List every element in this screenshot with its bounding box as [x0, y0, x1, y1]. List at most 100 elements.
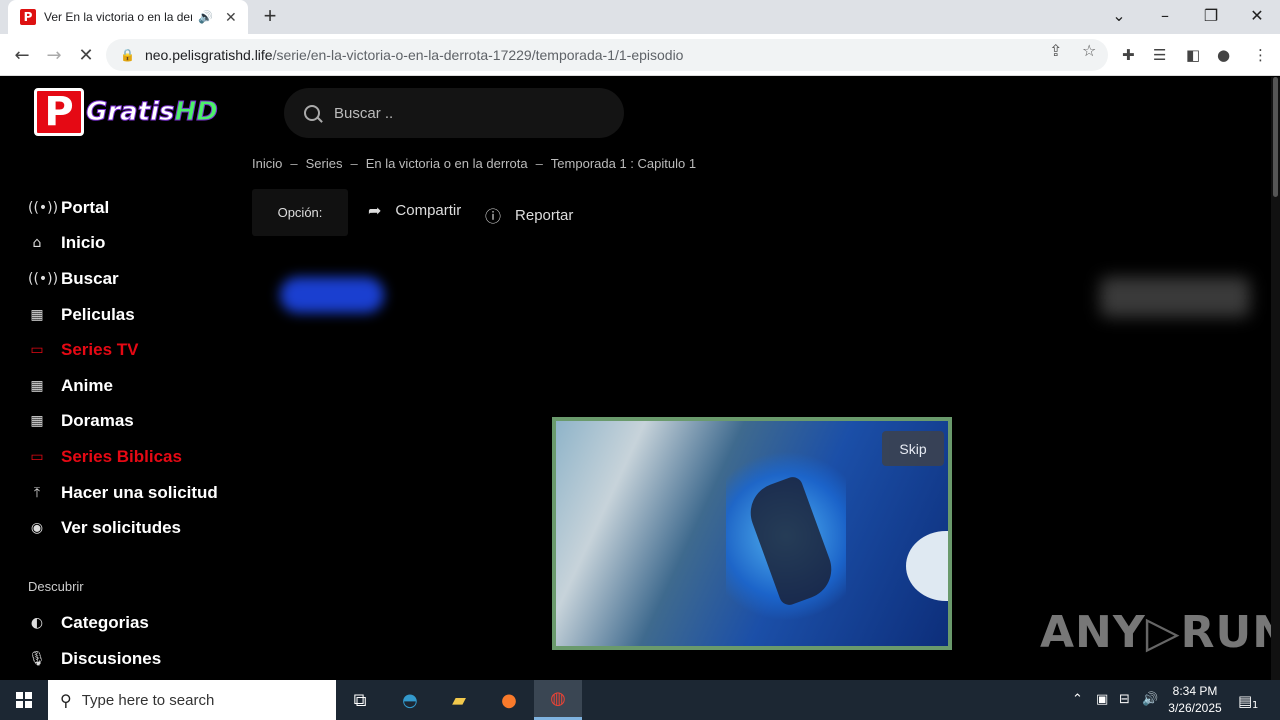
logo-wordmark: GratisHD — [86, 97, 219, 128]
eye-icon: ◉ — [30, 520, 44, 536]
breadcrumb-episode: Temporada 1 : Capitulo 1 — [550, 156, 697, 171]
breadcrumb-inicio[interactable]: Inicio — [252, 156, 282, 171]
share-arrow-icon: ➦ — [368, 201, 382, 220]
upload-icon: ⤒ — [33, 485, 41, 501]
new-tab-button[interactable]: + — [258, 3, 282, 28]
sidebar-item-label: Doramas — [61, 411, 134, 430]
sidebar-item-label: Buscar — [61, 269, 119, 288]
broadcast-icon: ((•)) — [28, 200, 59, 216]
device-icon[interactable]: ▣ — [1096, 692, 1108, 707]
sidebar-item-series-biblicas[interactable]: ▭ Series Biblicas — [28, 444, 182, 470]
home-icon: ⌂ — [32, 235, 42, 251]
sidebar-item-ver-solicitudes[interactable]: ◉ Ver solicitudes — [28, 515, 181, 541]
notification-count: 1 — [1252, 700, 1259, 711]
taskbar-search-box[interactable]: ⚲ Type here to search — [48, 680, 336, 720]
half-circle-icon: ◐ — [30, 615, 44, 631]
breadcrumb-separator: – — [535, 156, 543, 171]
sidebar-item-inicio[interactable]: ⌂ Inicio — [28, 230, 106, 256]
browser-toolbar: ← → ✕ 🔒 neo.pelisgratishd.life/serie/en-… — [0, 34, 1280, 76]
firefox-icon[interactable]: ● — [485, 680, 533, 720]
sidebar-item-series-tv[interactable]: ▭ Series TV — [28, 337, 138, 363]
side-panel-icon[interactable]: ◧ — [1186, 46, 1200, 64]
blurred-banner — [1100, 277, 1250, 317]
close-tab-icon[interactable]: ✕ — [225, 9, 237, 26]
scrollbar-thumb[interactable] — [1273, 77, 1278, 197]
share-label: Compartir — [395, 202, 462, 219]
volume-icon[interactable]: 🔊 — [1142, 692, 1158, 707]
logo-mark: P — [34, 88, 84, 136]
menu-kebab-icon[interactable]: ⋮ — [1253, 46, 1268, 64]
site-favicon: P — [20, 9, 36, 25]
tv-icon: ▭ — [30, 342, 44, 358]
notifications-icon[interactable]: ▤ — [1238, 692, 1252, 710]
sidebar-item-peliculas[interactable]: ▦ Peliculas — [28, 302, 135, 328]
file-explorer-icon[interactable]: ▰ — [435, 680, 483, 720]
url-host: neo.pelisgratishd.life — [144, 47, 273, 63]
audio-playing-icon[interactable]: 🔊 — [198, 10, 213, 24]
chrome-icon[interactable]: ◍ — [534, 680, 582, 720]
lock-icon[interactable]: 🔒 — [120, 48, 135, 62]
anyrun-watermark: ANY▷RUN — [1040, 607, 1280, 658]
sidebar-item-label: Portal — [61, 198, 110, 217]
sidebar-item-label: Discusiones — [61, 649, 162, 668]
system-clock[interactable]: 8:34 PM 3/26/2025 — [1162, 683, 1228, 717]
start-button[interactable] — [0, 680, 48, 720]
minimize-button[interactable]: – — [1142, 0, 1188, 30]
option-selector-button[interactable]: Opción: — [252, 189, 348, 236]
video-ad-overlay[interactable]: Skip — [552, 417, 952, 650]
sidebar-item-label: Series Biblicas — [61, 447, 182, 466]
restore-button[interactable]: ❐ — [1188, 0, 1234, 30]
sidebar-item-hacer-solicitud[interactable]: ⤒ Hacer una solicitud — [28, 480, 218, 506]
tray-chevron-icon[interactable]: ⌃ — [1072, 692, 1083, 707]
tab-title: Ver En la victoria o en la derrota — [44, 10, 192, 24]
windows-taskbar: ⚲ Type here to search ⧉ ◓ ▰ ● ◍ ⌃ ▣ ⊟ 🔊 … — [0, 680, 1280, 720]
sidebar-item-anime[interactable]: ▦ Anime — [28, 373, 113, 399]
media-control-icon[interactable]: ☰ — [1153, 46, 1166, 64]
address-bar[interactable]: 🔒 neo.pelisgratishd.life/serie/en-la-vic… — [106, 39, 1108, 71]
profile-avatar-icon[interactable]: ● — [1217, 46, 1230, 64]
sidebar-item-label: Hacer una solicitud — [61, 483, 218, 502]
taskbar-search-placeholder: Type here to search — [81, 691, 215, 709]
browser-tab[interactable]: P Ver En la victoria o en la derrota 🔊 ✕ — [8, 0, 248, 34]
site-search-input[interactable] — [334, 104, 594, 122]
sidebar-item-label: Ver solicitudes — [61, 518, 181, 537]
forward-button[interactable]: → — [41, 42, 67, 68]
sidebar-item-portal[interactable]: ((•)) Portal — [28, 195, 109, 221]
page-scrollbar[interactable] — [1271, 77, 1280, 680]
close-window-button[interactable]: ✕ — [1234, 0, 1280, 30]
back-button[interactable]: ← — [9, 42, 35, 68]
tv-icon: ▭ — [30, 449, 44, 465]
bookmark-star-icon[interactable]: ☆ — [1082, 41, 1096, 60]
extensions-icon[interactable]: ✚ — [1122, 46, 1135, 64]
site-search-box[interactable] — [284, 88, 624, 138]
microphone-icon: 🎙 — [28, 651, 46, 667]
ad-disc — [906, 531, 948, 601]
task-view-icon[interactable]: ⧉ — [336, 680, 384, 720]
share-button[interactable]: ➦ Compartir — [368, 201, 461, 220]
tab-search-icon[interactable]: ⌄ — [1096, 0, 1142, 30]
sidebar-item-discusiones[interactable]: 🎙 Discusiones — [28, 646, 161, 672]
film-icon: ▦ — [30, 413, 44, 429]
stop-loading-button[interactable]: ✕ — [73, 42, 99, 68]
sidebar-item-buscar[interactable]: ((•)) Buscar — [28, 266, 119, 292]
sidebar-item-doramas[interactable]: ▦ Doramas — [28, 408, 134, 434]
share-icon[interactable]: ⇪ — [1049, 41, 1062, 60]
breadcrumb-series[interactable]: Series — [306, 156, 343, 171]
skip-ad-button[interactable]: Skip — [882, 431, 944, 466]
windows-logo-icon — [16, 692, 32, 708]
clock-time: 8:34 PM — [1172, 684, 1218, 698]
network-icon[interactable]: ⊟ — [1119, 692, 1130, 707]
sidebar-item-categorias[interactable]: ◐ Categorias — [28, 610, 149, 636]
edge-icon[interactable]: ◓ — [386, 680, 434, 720]
breadcrumb-show[interactable]: En la victoria o en la derrota — [366, 156, 528, 171]
url-path: /serie/en-la-victoria-o-en-la-derrota-17… — [272, 47, 684, 63]
sidebar-item-label: Anime — [61, 376, 113, 395]
site-logo[interactable]: P GratisHD — [34, 88, 218, 136]
search-icon — [304, 105, 320, 121]
sidebar-item-label: Inicio — [61, 233, 106, 252]
report-button[interactable]: ⓘ Reportar — [485, 203, 573, 227]
alert-circle-icon: ⓘ — [485, 207, 502, 226]
clock-date: 3/26/2025 — [1168, 701, 1222, 715]
blurred-button — [280, 277, 384, 313]
sidebar-item-label: Peliculas — [61, 305, 135, 324]
